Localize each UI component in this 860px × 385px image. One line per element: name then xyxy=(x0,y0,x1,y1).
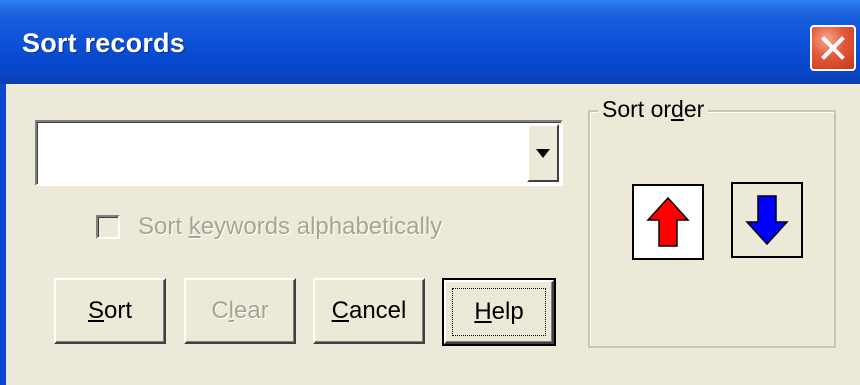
sort-keywords-checkbox[interactable] xyxy=(96,215,120,239)
sort-order-legend: Sort order xyxy=(598,96,709,123)
window-title: Sort records xyxy=(22,28,185,58)
sort-records-dialog: Sort records Sort keywords alphabeticall… xyxy=(0,0,860,385)
close-button[interactable] xyxy=(810,25,856,71)
help-button-label: Help xyxy=(474,298,524,325)
cancel-button-label: Cancel xyxy=(331,297,407,324)
sort-keywords-checkbox-row[interactable]: Sort keywords alphabetically xyxy=(96,212,442,242)
combo-dropdown-button[interactable] xyxy=(527,124,559,182)
field-combo-input[interactable] xyxy=(41,126,521,180)
clear-button-label: Clear xyxy=(211,297,269,324)
field-combo-box[interactable] xyxy=(35,120,563,186)
sort-button-label: Sort xyxy=(87,297,133,324)
chevron-down-icon xyxy=(536,148,550,158)
arrow-down-icon xyxy=(745,195,789,246)
window-left-border xyxy=(0,84,6,385)
sort-button[interactable]: Sort xyxy=(54,278,166,344)
close-icon xyxy=(821,36,845,60)
descending-order-button[interactable] xyxy=(731,182,803,258)
sort-keywords-label: Sort keywords alphabetically xyxy=(138,213,443,240)
help-button[interactable]: Help xyxy=(442,278,556,346)
clear-button[interactable]: Clear xyxy=(184,278,296,344)
arrow-up-icon xyxy=(646,196,690,247)
title-bar[interactable]: Sort records xyxy=(0,0,860,84)
ascending-order-button[interactable] xyxy=(632,184,704,260)
cancel-button[interactable]: Cancel xyxy=(313,278,425,344)
